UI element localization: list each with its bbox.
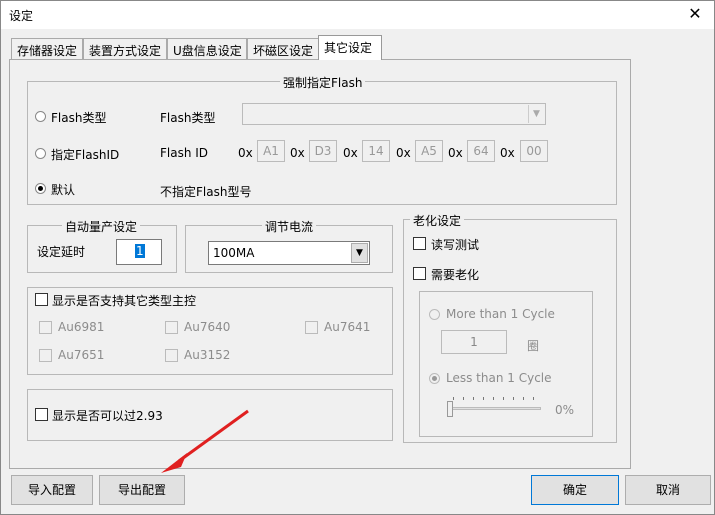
flash-id-byte-3[interactable]: 14 [362,140,390,162]
chevron-down-icon: ▼ [528,105,544,123]
flash-group-title: 强制指定Flash [280,74,366,91]
flash-id-byte-1[interactable]: A1 [257,140,285,162]
annotation-arrow-icon [161,409,249,473]
au7651-checkbox[interactable] [39,349,52,362]
au3152-checkbox[interactable] [165,349,178,362]
hex-prefix: 0x [290,146,305,160]
flash-id-byte-2[interactable]: D3 [309,140,337,162]
current-title: 调节电流 [262,218,317,235]
support-other-checkbox[interactable] [35,293,48,306]
au6981-checkbox[interactable] [39,321,52,334]
rw-test-checkbox[interactable] [413,237,426,250]
percent-label: 0% [555,403,575,417]
flash-type-label: Flash类型 [160,111,216,125]
default-radio-label: 默认 [51,183,76,197]
arrow-head [161,453,187,473]
current-select[interactable]: 100MA ▼ [208,241,370,265]
slider-tick [503,397,504,400]
tab-usb-info[interactable]: U盘信息设定 [167,38,247,60]
support-other-label: 显示是否支持其它类型主控 [52,294,197,308]
settings-dialog: 设定 ✕ 存储器设定 装置方式设定 U盘信息设定 坏磁区设定 其它设定 强制指定… [0,0,715,515]
aging-title: 老化设定 [410,212,465,229]
slider-tick [453,397,454,400]
default-radio[interactable] [35,183,46,194]
au6981-label: Au6981 [58,320,105,334]
flash-id-byte-4[interactable]: A5 [415,140,443,162]
pass293-checkbox[interactable] [35,408,48,421]
arrow-shaft [178,409,249,463]
slider-thumb[interactable] [447,401,453,417]
need-aging-label: 需要老化 [431,268,480,282]
less-than-radio[interactable] [429,373,440,384]
slider-tick [513,397,514,400]
rw-test-label: 读写测试 [431,238,480,252]
slider-track [447,407,541,410]
less-than-label: Less than 1 Cycle [446,371,552,385]
hex-prefix: 0x [448,146,463,160]
hex-prefix: 0x [238,146,253,160]
flash-type-radio[interactable] [35,111,46,122]
close-icon[interactable]: ✕ [680,1,710,29]
au7640-label: Au7640 [184,320,231,334]
window-title: 设定 [9,9,34,23]
tab-memory-settings[interactable]: 存储器设定 [11,38,83,60]
tab-device-mode[interactable]: 装置方式设定 [83,38,167,60]
more-than-radio[interactable] [429,309,440,320]
flash-id-label: Flash ID [160,146,209,160]
more-than-label: More than 1 Cycle [446,307,555,321]
slider-tick [483,397,484,400]
au7641-checkbox[interactable] [305,321,318,334]
cycles-input[interactable]: 1 [441,330,507,354]
flash-id-byte-6[interactable]: 00 [520,140,548,162]
tab-other-settings[interactable]: 其它设定 [318,35,382,60]
need-aging-checkbox[interactable] [413,267,426,280]
flash-id-radio-label: 指定FlashID [51,148,120,162]
auto-mass-title: 自动量产设定 [62,218,141,235]
delay-input[interactable]: 1 [116,239,162,265]
default-note: 不指定Flash型号 [160,185,252,199]
flash-id-byte-5[interactable]: 64 [467,140,495,162]
cycles-unit: 圈 [527,339,540,353]
au7640-checkbox[interactable] [165,321,178,334]
hex-prefix: 0x [500,146,515,160]
slider-tick [493,397,494,400]
hex-prefix: 0x [396,146,411,160]
delay-value: 1 [135,244,145,258]
delay-label: 设定延时 [37,245,86,259]
au7641-label: Au7641 [324,320,371,334]
au7651-label: Au7651 [58,348,105,362]
pass293-label: 显示是否可以过2.93 [52,409,163,423]
slider-tick [473,397,474,400]
title-bar: 设定 ✕ [1,1,714,29]
au3152-label: Au3152 [184,348,231,362]
current-value: 100MA [213,246,255,260]
flash-id-radio[interactable] [35,148,46,159]
flash-type-select[interactable]: ▼ [242,103,546,125]
chevron-down-icon[interactable]: ▼ [351,243,368,263]
import-config-button[interactable]: 导入配置 [11,475,93,505]
ok-button[interactable]: 确定 [531,475,619,505]
hex-prefix: 0x [343,146,358,160]
slider-tick [463,397,464,400]
slider-tick [533,397,534,400]
cancel-button[interactable]: 取消 [625,475,711,505]
flash-type-radio-label: Flash类型 [51,111,107,125]
slider-tick [523,397,524,400]
tab-bad-sector[interactable]: 坏磁区设定 [247,38,319,60]
